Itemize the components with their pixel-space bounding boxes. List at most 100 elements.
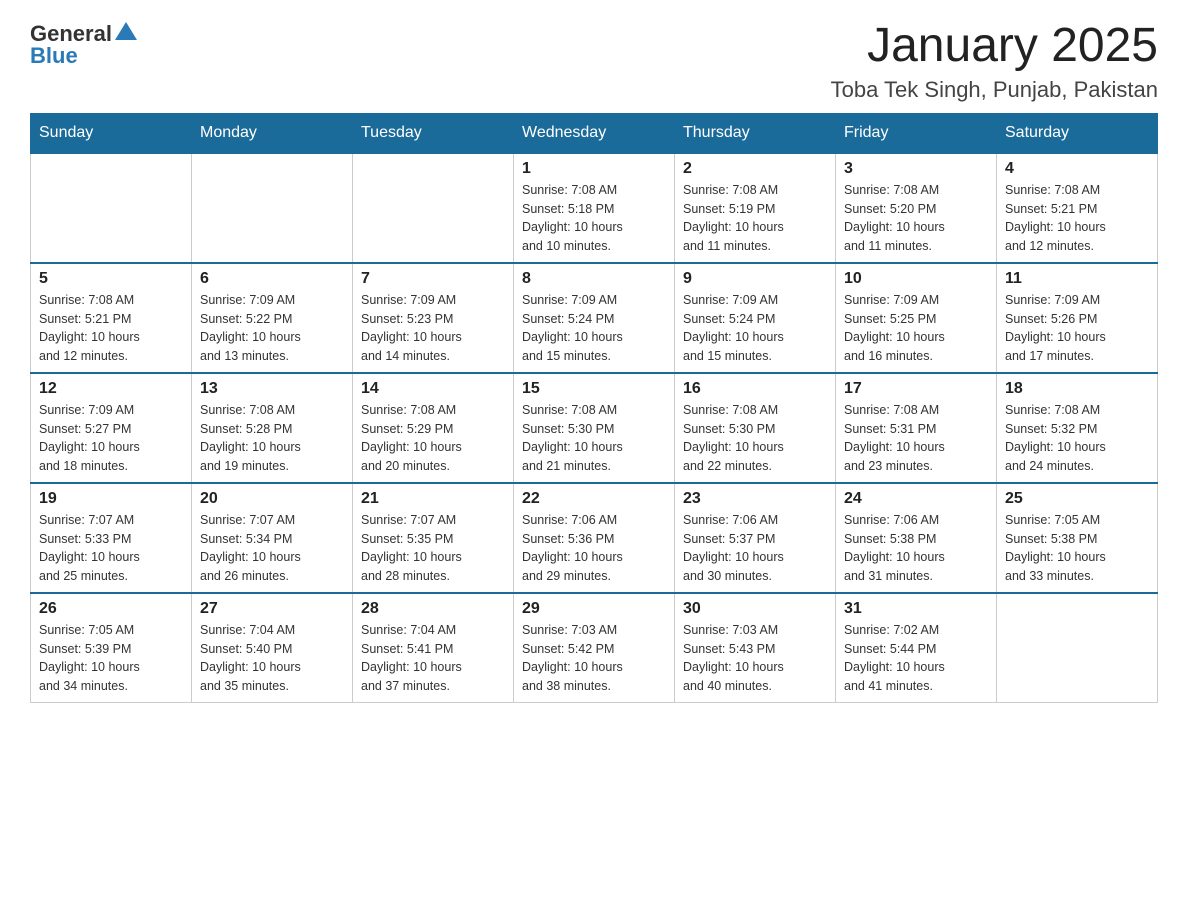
calendar-cell: 13 Sunrise: 7:08 AM Sunset: 5:28 PM Dayli… <box>192 373 353 483</box>
calendar-cell: 6 Sunrise: 7:09 AM Sunset: 5:22 PM Daylig… <box>192 263 353 373</box>
day-number: 21 <box>361 490 505 508</box>
day-info: Sunrise: 7:08 AM Sunset: 5:28 PM Dayligh… <box>200 401 344 476</box>
column-header-friday: Friday <box>836 113 997 153</box>
column-header-thursday: Thursday <box>675 113 836 153</box>
calendar-cell: 16Sunrise: 7:08 AM Sunset: 5:30 PM Dayli… <box>675 373 836 483</box>
calendar-cell: 21 Sunrise: 7:07 AM Sunset: 5:35 PM Dayli… <box>353 483 514 593</box>
column-header-tuesday: Tuesday <box>353 113 514 153</box>
day-number: 3 <box>844 160 988 178</box>
calendar-cell: 29 Sunrise: 7:03 AM Sunset: 5:42 PM Dayli… <box>514 593 675 703</box>
day-info: Sunrise: 7:08 AM Sunset: 5:21 PM Dayligh… <box>39 291 183 366</box>
day-number: 14 <box>361 380 505 398</box>
column-header-sunday: Sunday <box>31 113 192 153</box>
day-info: Sunrise: 7:09 AM Sunset: 5:23 PM Dayligh… <box>361 291 505 366</box>
day-number: 23 <box>683 490 827 508</box>
day-info: Sunrise: 7:09 AM Sunset: 5:25 PM Dayligh… <box>844 291 988 366</box>
column-header-monday: Monday <box>192 113 353 153</box>
day-number: 19 <box>39 490 183 508</box>
week-row-5: 26 Sunrise: 7:05 AM Sunset: 5:39 PM Dayli… <box>31 593 1158 703</box>
calendar-cell: 1 Sunrise: 7:08 AM Sunset: 5:18 PM Daylig… <box>514 153 675 263</box>
page-header: General Blue January 2025 Toba Tek Singh… <box>30 20 1158 103</box>
day-info: Sunrise: 7:07 AM Sunset: 5:35 PM Dayligh… <box>361 511 505 586</box>
day-info: Sunrise: 7:08 AM Sunset: 5:19 PM Dayligh… <box>683 181 827 256</box>
day-number: 31 <box>844 600 988 618</box>
week-row-1: 1 Sunrise: 7:08 AM Sunset: 5:18 PM Daylig… <box>31 153 1158 263</box>
day-info: Sunrise: 7:05 AM Sunset: 5:38 PM Dayligh… <box>1005 511 1149 586</box>
day-number: 18 <box>1005 380 1149 398</box>
day-info: Sunrise: 7:02 AM Sunset: 5:44 PM Dayligh… <box>844 621 988 696</box>
calendar-cell: 10Sunrise: 7:09 AM Sunset: 5:25 PM Dayli… <box>836 263 997 373</box>
calendar-cell: 17 Sunrise: 7:08 AM Sunset: 5:31 PM Dayli… <box>836 373 997 483</box>
day-info: Sunrise: 7:08 AM Sunset: 5:31 PM Dayligh… <box>844 401 988 476</box>
day-info: Sunrise: 7:06 AM Sunset: 5:37 PM Dayligh… <box>683 511 827 586</box>
day-info: Sunrise: 7:09 AM Sunset: 5:22 PM Dayligh… <box>200 291 344 366</box>
day-number: 25 <box>1005 490 1149 508</box>
day-number: 30 <box>683 600 827 618</box>
calendar-cell: 18 Sunrise: 7:08 AM Sunset: 5:32 PM Dayli… <box>997 373 1158 483</box>
calendar-cell: 27 Sunrise: 7:04 AM Sunset: 5:40 PM Dayli… <box>192 593 353 703</box>
calendar-cell: 5Sunrise: 7:08 AM Sunset: 5:21 PM Daylig… <box>31 263 192 373</box>
day-info: Sunrise: 7:08 AM Sunset: 5:32 PM Dayligh… <box>1005 401 1149 476</box>
calendar-cell: 30Sunrise: 7:03 AM Sunset: 5:43 PM Dayli… <box>675 593 836 703</box>
day-number: 24 <box>844 490 988 508</box>
calendar-cell: 24 Sunrise: 7:06 AM Sunset: 5:38 PM Dayli… <box>836 483 997 593</box>
calendar-cell <box>31 153 192 263</box>
calendar-cell: 9Sunrise: 7:09 AM Sunset: 5:24 PM Daylig… <box>675 263 836 373</box>
logo-triangle-icon <box>115 20 137 42</box>
calendar-cell: 28 Sunrise: 7:04 AM Sunset: 5:41 PM Dayli… <box>353 593 514 703</box>
calendar-cell: 14 Sunrise: 7:08 AM Sunset: 5:29 PM Dayli… <box>353 373 514 483</box>
day-number: 26 <box>39 600 183 618</box>
calendar-cell: 3 Sunrise: 7:08 AM Sunset: 5:20 PM Daylig… <box>836 153 997 263</box>
calendar-cell: 8Sunrise: 7:09 AM Sunset: 5:24 PM Daylig… <box>514 263 675 373</box>
day-number: 28 <box>361 600 505 618</box>
day-info: Sunrise: 7:03 AM Sunset: 5:42 PM Dayligh… <box>522 621 666 696</box>
day-info: Sunrise: 7:04 AM Sunset: 5:41 PM Dayligh… <box>361 621 505 696</box>
day-number: 2 <box>683 160 827 178</box>
logo-blue-text: Blue <box>30 43 78 69</box>
day-info: Sunrise: 7:06 AM Sunset: 5:38 PM Dayligh… <box>844 511 988 586</box>
day-info: Sunrise: 7:08 AM Sunset: 5:21 PM Dayligh… <box>1005 181 1149 256</box>
calendar-cell: 22 Sunrise: 7:06 AM Sunset: 5:36 PM Dayli… <box>514 483 675 593</box>
day-info: Sunrise: 7:06 AM Sunset: 5:36 PM Dayligh… <box>522 511 666 586</box>
calendar-cell: 31 Sunrise: 7:02 AM Sunset: 5:44 PM Dayli… <box>836 593 997 703</box>
month-title: January 2025 <box>831 20 1158 73</box>
day-number: 27 <box>200 600 344 618</box>
calendar-cell: 4 Sunrise: 7:08 AM Sunset: 5:21 PM Daylig… <box>997 153 1158 263</box>
day-info: Sunrise: 7:07 AM Sunset: 5:33 PM Dayligh… <box>39 511 183 586</box>
day-number: 15 <box>522 380 666 398</box>
day-number: 11 <box>1005 270 1149 288</box>
day-number: 13 <box>200 380 344 398</box>
day-number: 22 <box>522 490 666 508</box>
day-info: Sunrise: 7:08 AM Sunset: 5:20 PM Dayligh… <box>844 181 988 256</box>
day-info: Sunrise: 7:08 AM Sunset: 5:18 PM Dayligh… <box>522 181 666 256</box>
day-number: 8 <box>522 270 666 288</box>
week-row-4: 19 Sunrise: 7:07 AM Sunset: 5:33 PM Dayli… <box>31 483 1158 593</box>
day-number: 4 <box>1005 160 1149 178</box>
calendar-cell: 26 Sunrise: 7:05 AM Sunset: 5:39 PM Dayli… <box>31 593 192 703</box>
day-number: 6 <box>200 270 344 288</box>
calendar-cell: 7 Sunrise: 7:09 AM Sunset: 5:23 PM Daylig… <box>353 263 514 373</box>
day-number: 12 <box>39 380 183 398</box>
day-info: Sunrise: 7:04 AM Sunset: 5:40 PM Dayligh… <box>200 621 344 696</box>
week-row-3: 12Sunrise: 7:09 AM Sunset: 5:27 PM Dayli… <box>31 373 1158 483</box>
day-number: 29 <box>522 600 666 618</box>
day-info: Sunrise: 7:08 AM Sunset: 5:30 PM Dayligh… <box>683 401 827 476</box>
column-header-wednesday: Wednesday <box>514 113 675 153</box>
day-info: Sunrise: 7:05 AM Sunset: 5:39 PM Dayligh… <box>39 621 183 696</box>
calendar-cell: 19 Sunrise: 7:07 AM Sunset: 5:33 PM Dayli… <box>31 483 192 593</box>
calendar-cell <box>353 153 514 263</box>
day-number: 17 <box>844 380 988 398</box>
day-number: 1 <box>522 160 666 178</box>
day-info: Sunrise: 7:08 AM Sunset: 5:29 PM Dayligh… <box>361 401 505 476</box>
calendar-cell: 12Sunrise: 7:09 AM Sunset: 5:27 PM Dayli… <box>31 373 192 483</box>
title-area: January 2025 Toba Tek Singh, Punjab, Pak… <box>831 20 1158 103</box>
calendar-cell: 2 Sunrise: 7:08 AM Sunset: 5:19 PM Daylig… <box>675 153 836 263</box>
calendar-cell <box>997 593 1158 703</box>
calendar-cell: 25 Sunrise: 7:05 AM Sunset: 5:38 PM Dayli… <box>997 483 1158 593</box>
calendar-table: SundayMondayTuesdayWednesdayThursdayFrid… <box>30 113 1158 703</box>
day-number: 7 <box>361 270 505 288</box>
day-info: Sunrise: 7:08 AM Sunset: 5:30 PM Dayligh… <box>522 401 666 476</box>
calendar-header-row: SundayMondayTuesdayWednesdayThursdayFrid… <box>31 113 1158 153</box>
day-info: Sunrise: 7:09 AM Sunset: 5:24 PM Dayligh… <box>683 291 827 366</box>
column-header-saturday: Saturday <box>997 113 1158 153</box>
